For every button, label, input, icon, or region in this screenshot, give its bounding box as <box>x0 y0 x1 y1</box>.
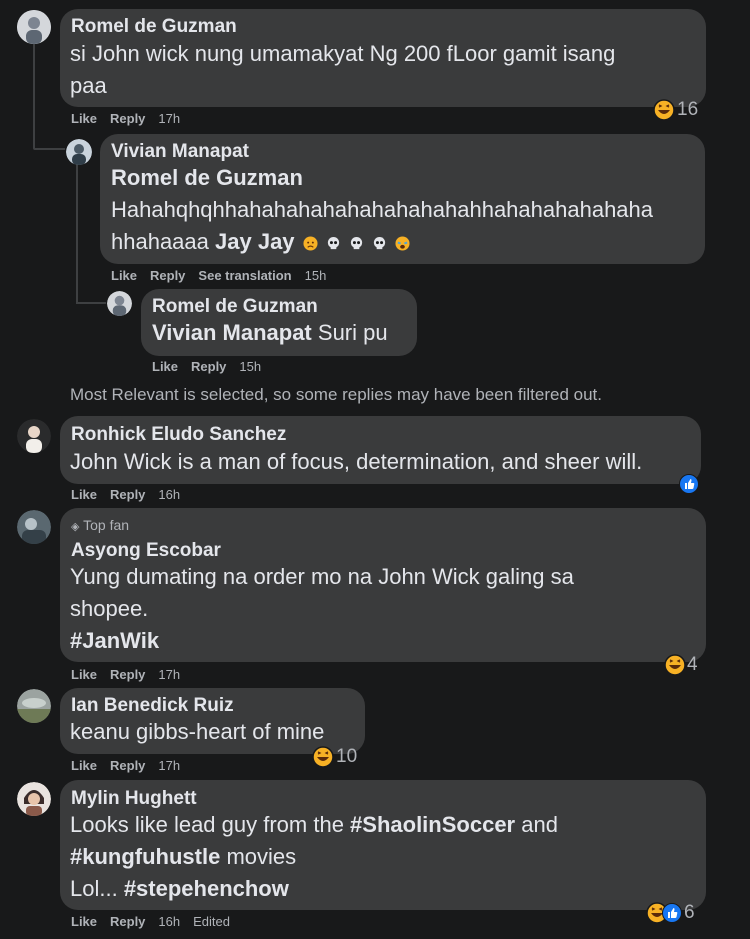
sad-emoji-icon <box>303 236 318 251</box>
comment-author[interactable]: Vivian Manapat <box>111 141 249 163</box>
comment-text: Lol... <box>70 876 124 901</box>
reaction-summary[interactable]: 16 <box>653 99 698 121</box>
reply-button[interactable]: Reply <box>191 359 226 374</box>
skull-emoji-icon <box>327 236 339 249</box>
avatar[interactable] <box>66 139 92 165</box>
reaction-summary[interactable]: 4 <box>664 654 698 676</box>
reaction-summary[interactable]: 6 <box>646 902 695 924</box>
avatar[interactable] <box>17 419 51 453</box>
timestamp[interactable]: 15h <box>239 359 261 374</box>
comment-text: keanu gibbs-heart of mine <box>70 719 325 744</box>
reaction-count: 16 <box>677 99 699 120</box>
hashtag-link[interactable]: #JanWik <box>70 625 159 657</box>
timestamp[interactable]: 17h <box>158 667 180 682</box>
filter-notice: Most Relevant is selected, so some repli… <box>70 385 602 404</box>
reaction-count: 10 <box>336 746 358 767</box>
thread-line-1 <box>33 40 35 148</box>
comment-text: shopee. <box>70 596 149 621</box>
mention-link[interactable]: Jay Jay <box>215 229 295 254</box>
comment-text: Suri pu <box>317 320 388 345</box>
avatar[interactable] <box>17 689 51 723</box>
like-button[interactable]: Like <box>71 111 97 126</box>
comment-text: Looks like lead guy from the <box>70 812 351 837</box>
timestamp[interactable]: 17h <box>158 758 180 773</box>
like-button[interactable]: Like <box>71 758 97 773</box>
like-button[interactable]: Like <box>71 914 97 929</box>
emoji-row <box>301 229 411 254</box>
comment-text-line: Looks like lead guy from the #ShaolinSoc… <box>70 809 558 841</box>
comment-text: si John wick nung umamakyat Ng 200 fLoor… <box>70 41 616 66</box>
comment-author[interactable]: Ronhick Eludo Sanchez <box>71 424 286 446</box>
haha-emoji-icon <box>653 99 675 121</box>
diamond-icon: ◈ <box>71 521 80 533</box>
comment-author[interactable]: Ian Benedick Ruiz <box>71 695 234 717</box>
avatar[interactable] <box>17 782 51 816</box>
skull-emoji-icon <box>350 236 363 249</box>
avatar[interactable] <box>17 510 51 544</box>
comment-actions: Like Reply 17h <box>71 111 193 126</box>
comment-author[interactable]: Asyong Escobar <box>71 540 221 562</box>
comment-actions: Like Reply 15h <box>152 359 274 374</box>
top-fan-badge: ◈ Top fan <box>71 517 129 533</box>
like-emoji-icon <box>662 903 682 923</box>
crying-emoji-icon <box>395 236 410 251</box>
comment-author[interactable]: Mylin Hughett <box>71 788 197 810</box>
like-emoji-icon <box>679 474 699 494</box>
haha-emoji-icon <box>312 746 334 768</box>
reply-button[interactable]: Reply <box>110 667 145 682</box>
comment-text: Hahahqhqhhahahahahahahahahahahhahahahaha… <box>111 197 654 222</box>
avatar[interactable] <box>107 291 132 316</box>
skull-emoji-icon <box>373 236 386 249</box>
comment-text: paa <box>70 73 107 98</box>
mention-link[interactable]: Vivian Manapat <box>152 320 312 345</box>
reply-button[interactable]: Reply <box>110 758 145 773</box>
hashtag-link[interactable]: #ShaolinSoccer <box>350 812 515 837</box>
reply-button[interactable]: Reply <box>110 914 145 929</box>
comment-actions: Like Reply 16h <box>71 487 193 502</box>
comment-text: and <box>515 812 558 837</box>
like-button[interactable]: Like <box>71 667 97 682</box>
comment-actions: Like Reply See translation 15h <box>111 268 339 283</box>
comment-actions: Like Reply 17h <box>71 667 193 682</box>
comment-author[interactable]: Romel de Guzman <box>152 296 318 318</box>
thread-line-1-branch <box>33 148 65 150</box>
timestamp[interactable]: 15h <box>305 268 327 283</box>
like-button[interactable]: Like <box>111 268 137 283</box>
thread-line-2-branch <box>76 302 106 304</box>
haha-emoji-icon <box>664 654 686 676</box>
reply-button[interactable]: Reply <box>110 487 145 502</box>
edited-label: Edited <box>193 914 230 929</box>
comment-text-line: #kungfuhustle movies <box>70 841 296 873</box>
comment-text-line: Vivian Manapat Suri pu <box>152 317 388 349</box>
mention-link[interactable]: Romel de Guzman <box>111 162 303 194</box>
reaction-count: 6 <box>684 902 695 923</box>
reaction-summary[interactable]: 10 <box>312 746 357 768</box>
like-button[interactable]: Like <box>71 487 97 502</box>
comment-text: movies <box>220 844 297 869</box>
see-translation-link[interactable]: See translation <box>198 268 291 283</box>
comment-text: Yung dumating na order mo na John Wick g… <box>70 564 574 589</box>
comment-author[interactable]: Romel de Guzman <box>71 16 237 38</box>
comment-text-line: Lol... #stepehenchow <box>70 873 289 905</box>
timestamp[interactable]: 17h <box>158 111 180 126</box>
comment-text: hhahaaaa <box>111 229 209 254</box>
timestamp[interactable]: 16h <box>158 487 180 502</box>
comment-text-line: hhahaaaa Jay Jay <box>111 226 410 258</box>
badge-label: Top fan <box>83 517 130 533</box>
thread-line-2 <box>76 163 78 303</box>
comment-actions: Like Reply 16h Edited <box>71 914 243 929</box>
like-button[interactable]: Like <box>152 359 178 374</box>
reaction-count: 4 <box>687 654 698 675</box>
comment-text: John Wick is a man of focus, determinati… <box>70 449 643 474</box>
comment-actions: Like Reply 17h <box>71 758 193 773</box>
reply-button[interactable]: Reply <box>110 111 145 126</box>
hashtag-link[interactable]: #stepehenchow <box>124 876 289 901</box>
avatar[interactable] <box>17 10 51 44</box>
reaction-summary[interactable] <box>679 474 699 494</box>
timestamp[interactable]: 16h <box>158 914 180 929</box>
reply-button[interactable]: Reply <box>150 268 185 283</box>
hashtag-link[interactable]: #kungfuhustle <box>70 844 220 869</box>
